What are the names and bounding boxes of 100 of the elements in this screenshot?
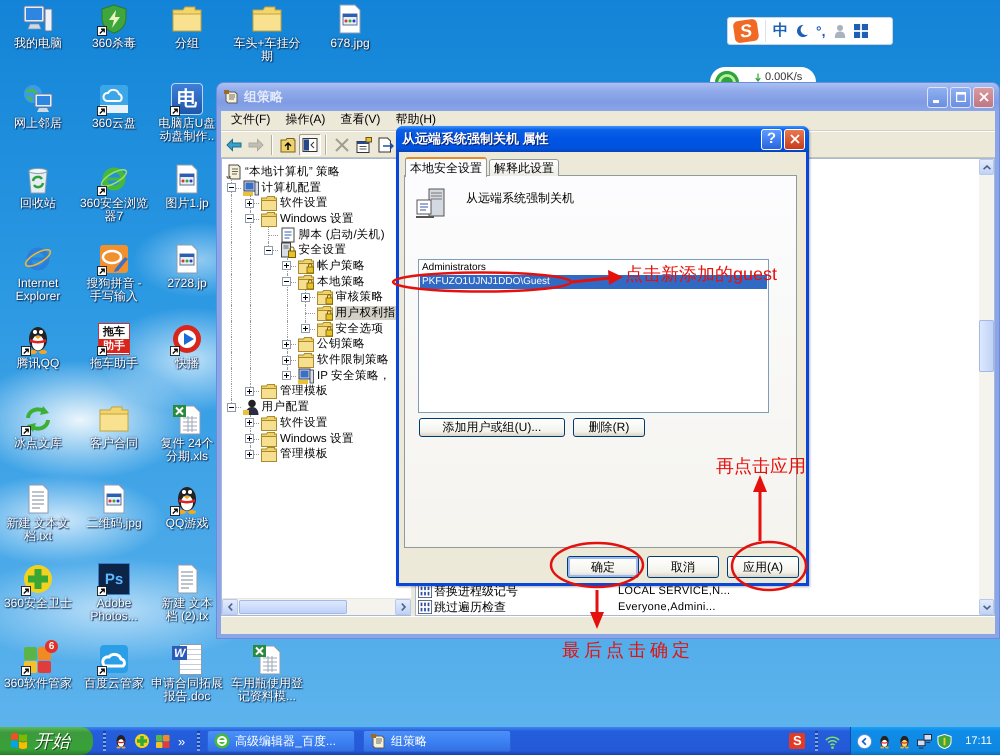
close-button[interactable] [973, 86, 994, 108]
tree-item[interactable]: 帐户策略 [316, 258, 366, 273]
menu-item[interactable]: 查看(V) [334, 113, 386, 125]
cloud-icon[interactable] [98, 643, 130, 675]
minus-box-icon[interactable] [245, 214, 254, 224]
icon-label[interactable]: 分组 [175, 37, 199, 50]
play-icon[interactable] [171, 323, 203, 355]
icon-label[interactable]: 360杀毒 [92, 37, 136, 50]
icon-label[interactable]: 图片1.jp [165, 197, 209, 210]
tab[interactable]: 本地安全设置 [405, 157, 487, 177]
plus-circle-icon[interactable] [22, 563, 54, 595]
tree-item[interactable]: 用户权利指 [334, 306, 396, 320]
icon-label[interactable]: 678.jpg [330, 37, 370, 50]
tree-item[interactable]: 用户配置 [260, 400, 310, 414]
plus-box-icon[interactable] [300, 324, 310, 334]
tree-item[interactable]: 软件限制策略 [316, 353, 390, 368]
app-logo[interactable]: S [789, 733, 806, 749]
add-user-button[interactable]: 添加用户或组(U)... [419, 418, 565, 437]
minimize-button[interactable] [927, 86, 948, 108]
tree-item[interactable]: Windows 设置 [279, 212, 355, 226]
scroll-down-button[interactable] [979, 599, 994, 615]
scrollbar-thumb[interactable] [239, 600, 347, 614]
app-logo[interactable]: Ps [98, 563, 130, 595]
icon-label[interactable]: 电脑店U盘动盘制作.. [157, 117, 217, 143]
minus-box-icon[interactable] [282, 277, 292, 286]
wifi-icon[interactable] [825, 734, 840, 748]
plus-box-icon[interactable] [300, 292, 310, 302]
scroll-left-button[interactable] [222, 599, 238, 615]
folder-icon [261, 414, 277, 431]
minus-box-icon[interactable] [226, 402, 236, 412]
plus-box-icon[interactable] [282, 371, 292, 380]
tree-item[interactable]: 计算机配置 [260, 180, 322, 195]
cloud-icon[interactable] [98, 83, 130, 115]
tree-item[interactable]: 本地策略 [316, 274, 366, 289]
tiles-icon[interactable] [155, 733, 171, 749]
plus-box-icon[interactable] [245, 450, 254, 459]
minus-box-icon[interactable] [264, 246, 273, 255]
plus-box-icon[interactable] [245, 434, 254, 444]
tree-item[interactable]: 安全选项 [334, 322, 384, 336]
tree-item[interactable]: 脚本 (启动/关机) [298, 228, 386, 242]
app-logo[interactable]: S [732, 18, 760, 44]
tree-item[interactable]: 管理模板 [279, 384, 329, 398]
tree-toggle-button[interactable] [299, 134, 321, 156]
caret-left-icon[interactable] [857, 734, 872, 748]
help-button[interactable]: ? [761, 128, 782, 150]
icon-label[interactable]: 我的电脑 [14, 37, 62, 50]
icon-label[interactable]: 回收站 [20, 197, 56, 210]
taskbar-button[interactable]: 组策略 [363, 730, 512, 752]
tree-item[interactable]: “本地计算机” 策略 [244, 164, 341, 179]
network-icon[interactable] [917, 734, 932, 748]
globe-monitor-icon[interactable] [22, 83, 54, 115]
start-button[interactable]: 开始 [0, 727, 93, 755]
icon-label[interactable]: 网上邻居 [14, 117, 62, 130]
minus-box-icon[interactable] [226, 183, 236, 192]
plus-box-icon[interactable] [282, 340, 292, 349]
scrollbar-thumb[interactable] [979, 320, 994, 372]
grid-icon[interactable] [854, 24, 868, 38]
tree-item[interactable]: IP 安全策略， [316, 368, 392, 383]
pencil-icon[interactable] [98, 243, 130, 275]
tab[interactable]: 解释此设置 [489, 159, 559, 176]
document-logo[interactable]: W [171, 643, 203, 675]
menu-item[interactable]: 操作(A) [279, 113, 332, 125]
menu-item[interactable]: 文件(F) [225, 113, 276, 125]
scroll-up-button[interactable] [979, 159, 994, 175]
app-logo[interactable]: 电 [171, 83, 203, 115]
spreadsheet-icon[interactable] [171, 403, 203, 435]
remove-button[interactable]: 删除(R) [573, 418, 645, 437]
icon-label[interactable]: 搜狗拼音 - 手写输入 [78, 277, 150, 303]
spreadsheet-icon[interactable] [251, 643, 283, 675]
plus-box-icon[interactable] [245, 386, 254, 396]
horizontal-scrollbar[interactable] [222, 598, 411, 615]
plus-box-icon[interactable] [282, 261, 292, 270]
account-item[interactable]: Administrators [420, 261, 488, 275]
more-button[interactable]: » [176, 734, 188, 748]
moon-icon[interactable] [795, 24, 809, 38]
maximize-button[interactable] [950, 86, 971, 108]
plus-box-icon[interactable] [245, 418, 254, 428]
tree-item[interactable]: 公钥策略 [316, 337, 366, 352]
tree-item[interactable]: 软件设置 [279, 416, 329, 430]
cancel-button[interactable]: 取消 [647, 556, 719, 578]
icon-label[interactable]: Internet Explorer [2, 277, 74, 303]
tree-item[interactable]: 软件设置 [279, 196, 329, 210]
icon-label[interactable]: 360安全浏览器7 [78, 197, 150, 223]
ok-button[interactable]: 确定 [567, 556, 639, 578]
plus-box-icon[interactable] [282, 356, 292, 365]
punctuation-button[interactable]: °, [816, 22, 826, 40]
tree-item[interactable]: 管理模板 [279, 447, 329, 462]
plus-box-icon[interactable] [245, 198, 254, 208]
menu-item[interactable]: 帮助(H) [389, 113, 442, 125]
icon-label[interactable]: 车头+车挂分期 [229, 37, 305, 63]
icon-label[interactable]: 360云盘 [92, 117, 136, 130]
tree-item[interactable]: 审核策略 [334, 290, 384, 304]
apply-button[interactable]: 应用(A) [727, 556, 799, 578]
scroll-right-button[interactable] [395, 599, 411, 615]
policy-name[interactable]: 跳过遍历检查 [434, 598, 618, 616]
taskbar-button[interactable]: 高级编辑器_百度... [207, 730, 356, 752]
tree-item[interactable]: Windows 设置 [279, 432, 355, 446]
vertical-scrollbar[interactable] [979, 159, 994, 615]
language-mode-button[interactable]: 中 [773, 22, 788, 40]
tree-item[interactable]: 安全设置 [298, 243, 348, 258]
